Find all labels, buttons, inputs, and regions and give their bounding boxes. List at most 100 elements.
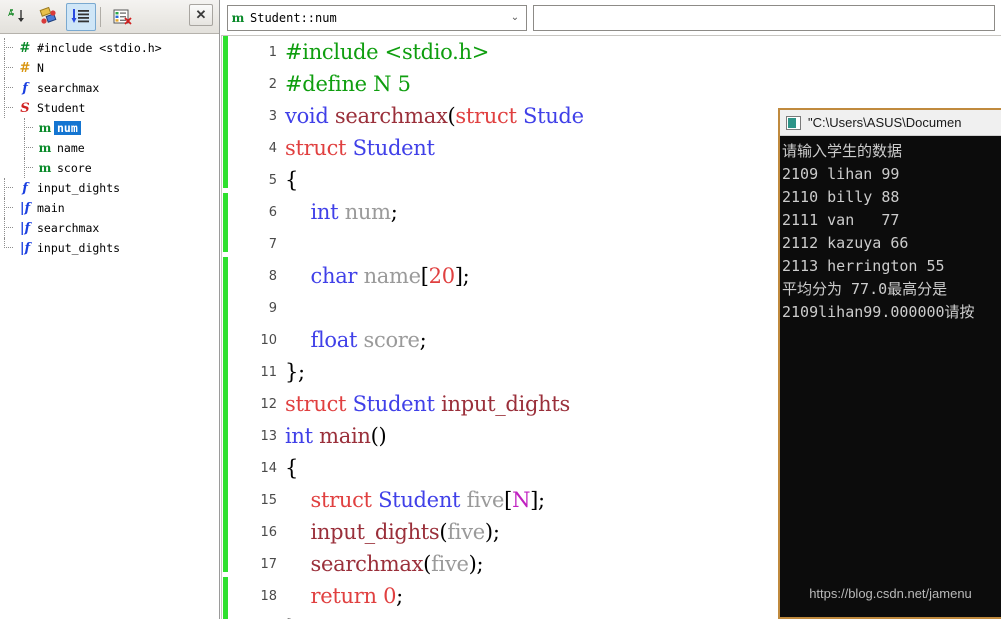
tree-guide-line (0, 58, 16, 78)
s-red-icon: S (20, 100, 30, 116)
tree-item-score[interactable]: m score (0, 158, 219, 178)
tree-item-input_dights[interactable]: f input_dights (0, 178, 219, 198)
tree-item-label: input_dights (37, 241, 121, 255)
tree-guide-line (0, 78, 16, 98)
code-token: ; (419, 328, 427, 352)
code-token: Student (352, 136, 435, 160)
tree-item-include-stdio-h[interactable]: # #include <stdio.h> (0, 38, 219, 58)
code-token: #include <stdio.h> (285, 40, 490, 64)
code-token: input_dights (310, 520, 440, 544)
line-number: 3 (268, 108, 277, 124)
code-line[interactable]: 2 #define N 5 (231, 68, 1001, 100)
class-browser-toolbar: A ✕ (0, 0, 219, 34)
tree-item-label: num (54, 121, 81, 135)
tree-guide-line (0, 218, 16, 238)
chevron-down-icon[interactable]: ⌄ (504, 12, 526, 23)
console-title-text: "C:\Users\ASUS\Documen (808, 115, 962, 130)
tree-item-label: searchmax (37, 221, 100, 235)
bf-blue-icon: |f (19, 220, 31, 236)
console-output: 请输入学生的数据 2109 lihan 99 2110 billy 88 211… (782, 142, 975, 321)
code-token: () (370, 424, 387, 448)
line-number: 8 (268, 268, 277, 284)
tree-item-label: searchmax (37, 81, 100, 95)
code-token: ; (396, 584, 403, 608)
code-token: name (363, 264, 421, 288)
code-token: five (431, 552, 469, 576)
watermark-text: https://blog.csdn.net/jamenu (809, 586, 972, 601)
tree-item-main[interactable]: |f main (0, 198, 219, 218)
code-token: ( (423, 552, 432, 576)
close-panel-button[interactable]: ✕ (189, 4, 213, 26)
gutter-divider (221, 36, 222, 619)
symbol-tree[interactable]: # #include <stdio.h> # Nf searchmax S Student m… (0, 34, 219, 258)
code-token: ]; (454, 264, 470, 288)
member-combobox[interactable] (533, 4, 995, 31)
code-token: ); (484, 520, 500, 544)
code-token: struct (310, 488, 372, 512)
editor-scope-bar: m Student::num ⌄ (221, 0, 1001, 36)
console-titlebar[interactable]: "C:\Users\ASUS\Documen (780, 110, 1001, 136)
code-token: score (363, 328, 420, 352)
code-token: input_dights (441, 392, 570, 416)
tree-item-name[interactable]: m name (0, 138, 219, 158)
tree-item-label: input_dights (37, 181, 121, 195)
code-token: Student (352, 392, 435, 416)
code-token: return (310, 584, 378, 608)
line-number: 9 (268, 300, 277, 316)
code-token: { (285, 456, 299, 480)
code-token: searchmax (310, 552, 424, 576)
toolbar-separator (100, 6, 101, 27)
filter-list-icon[interactable] (107, 3, 137, 31)
line-number: 7 (268, 236, 277, 252)
code-token: float (310, 328, 358, 352)
code-token: }; (285, 360, 305, 384)
console-window[interactable]: "C:\Users\ASUS\Documen 请输入学生的数据 2109 lih… (778, 108, 1001, 619)
tree-item-input_dights[interactable]: |f input_dights (0, 238, 219, 258)
tree-item-n[interactable]: # N (0, 58, 219, 78)
tree-guide-line (0, 198, 16, 218)
code-token: [ (504, 488, 513, 512)
code-token: Student (378, 488, 461, 512)
tree-item-student[interactable]: S Student (0, 98, 219, 118)
tree-guide-line (20, 118, 36, 138)
line-number: 12 (260, 396, 277, 412)
line-number: 11 (260, 364, 277, 380)
tree-item-label: score (57, 161, 92, 175)
sort-alpha-icon[interactable]: A (2, 3, 32, 31)
line-number: 13 (260, 428, 277, 444)
code-token: int (285, 424, 313, 448)
code-token: [ (420, 264, 429, 288)
tree-item-searchmax[interactable]: f searchmax (0, 78, 219, 98)
tree-item-label: N (37, 61, 44, 75)
code-token: { (285, 168, 299, 192)
code-token: int (310, 200, 339, 224)
m-green-icon: m (38, 121, 52, 135)
code-line[interactable]: 1 #include <stdio.h> (231, 36, 1001, 68)
pin-tag-icon[interactable] (34, 3, 64, 31)
svg-text:A: A (8, 9, 14, 18)
sort-by-type-icon[interactable] (66, 2, 96, 31)
member-icon: m (231, 10, 245, 25)
code-token: 0 (383, 584, 397, 608)
f-blue-icon: f (22, 180, 28, 196)
hash-orange-icon: # (19, 60, 31, 76)
hash-green-icon: # (19, 40, 31, 56)
tree-guide-line (0, 98, 16, 118)
line-number: 15 (260, 492, 277, 508)
code-token: ); (468, 552, 484, 576)
code-token: Stude (522, 104, 584, 128)
bf-blue-icon: |f (19, 200, 31, 216)
line-number: 6 (268, 204, 277, 220)
tree-guide-line (20, 158, 36, 178)
scope-combobox[interactable]: m Student::num ⌄ (227, 4, 527, 31)
tree-item-num[interactable]: m num (0, 118, 219, 138)
class-browser-panel: A ✕ # #include <stdio.h> # N f searchmax… (0, 0, 220, 619)
line-number: 16 (260, 524, 277, 540)
tree-item-searchmax[interactable]: |f searchmax (0, 218, 219, 238)
tree-guide-line (0, 238, 16, 258)
